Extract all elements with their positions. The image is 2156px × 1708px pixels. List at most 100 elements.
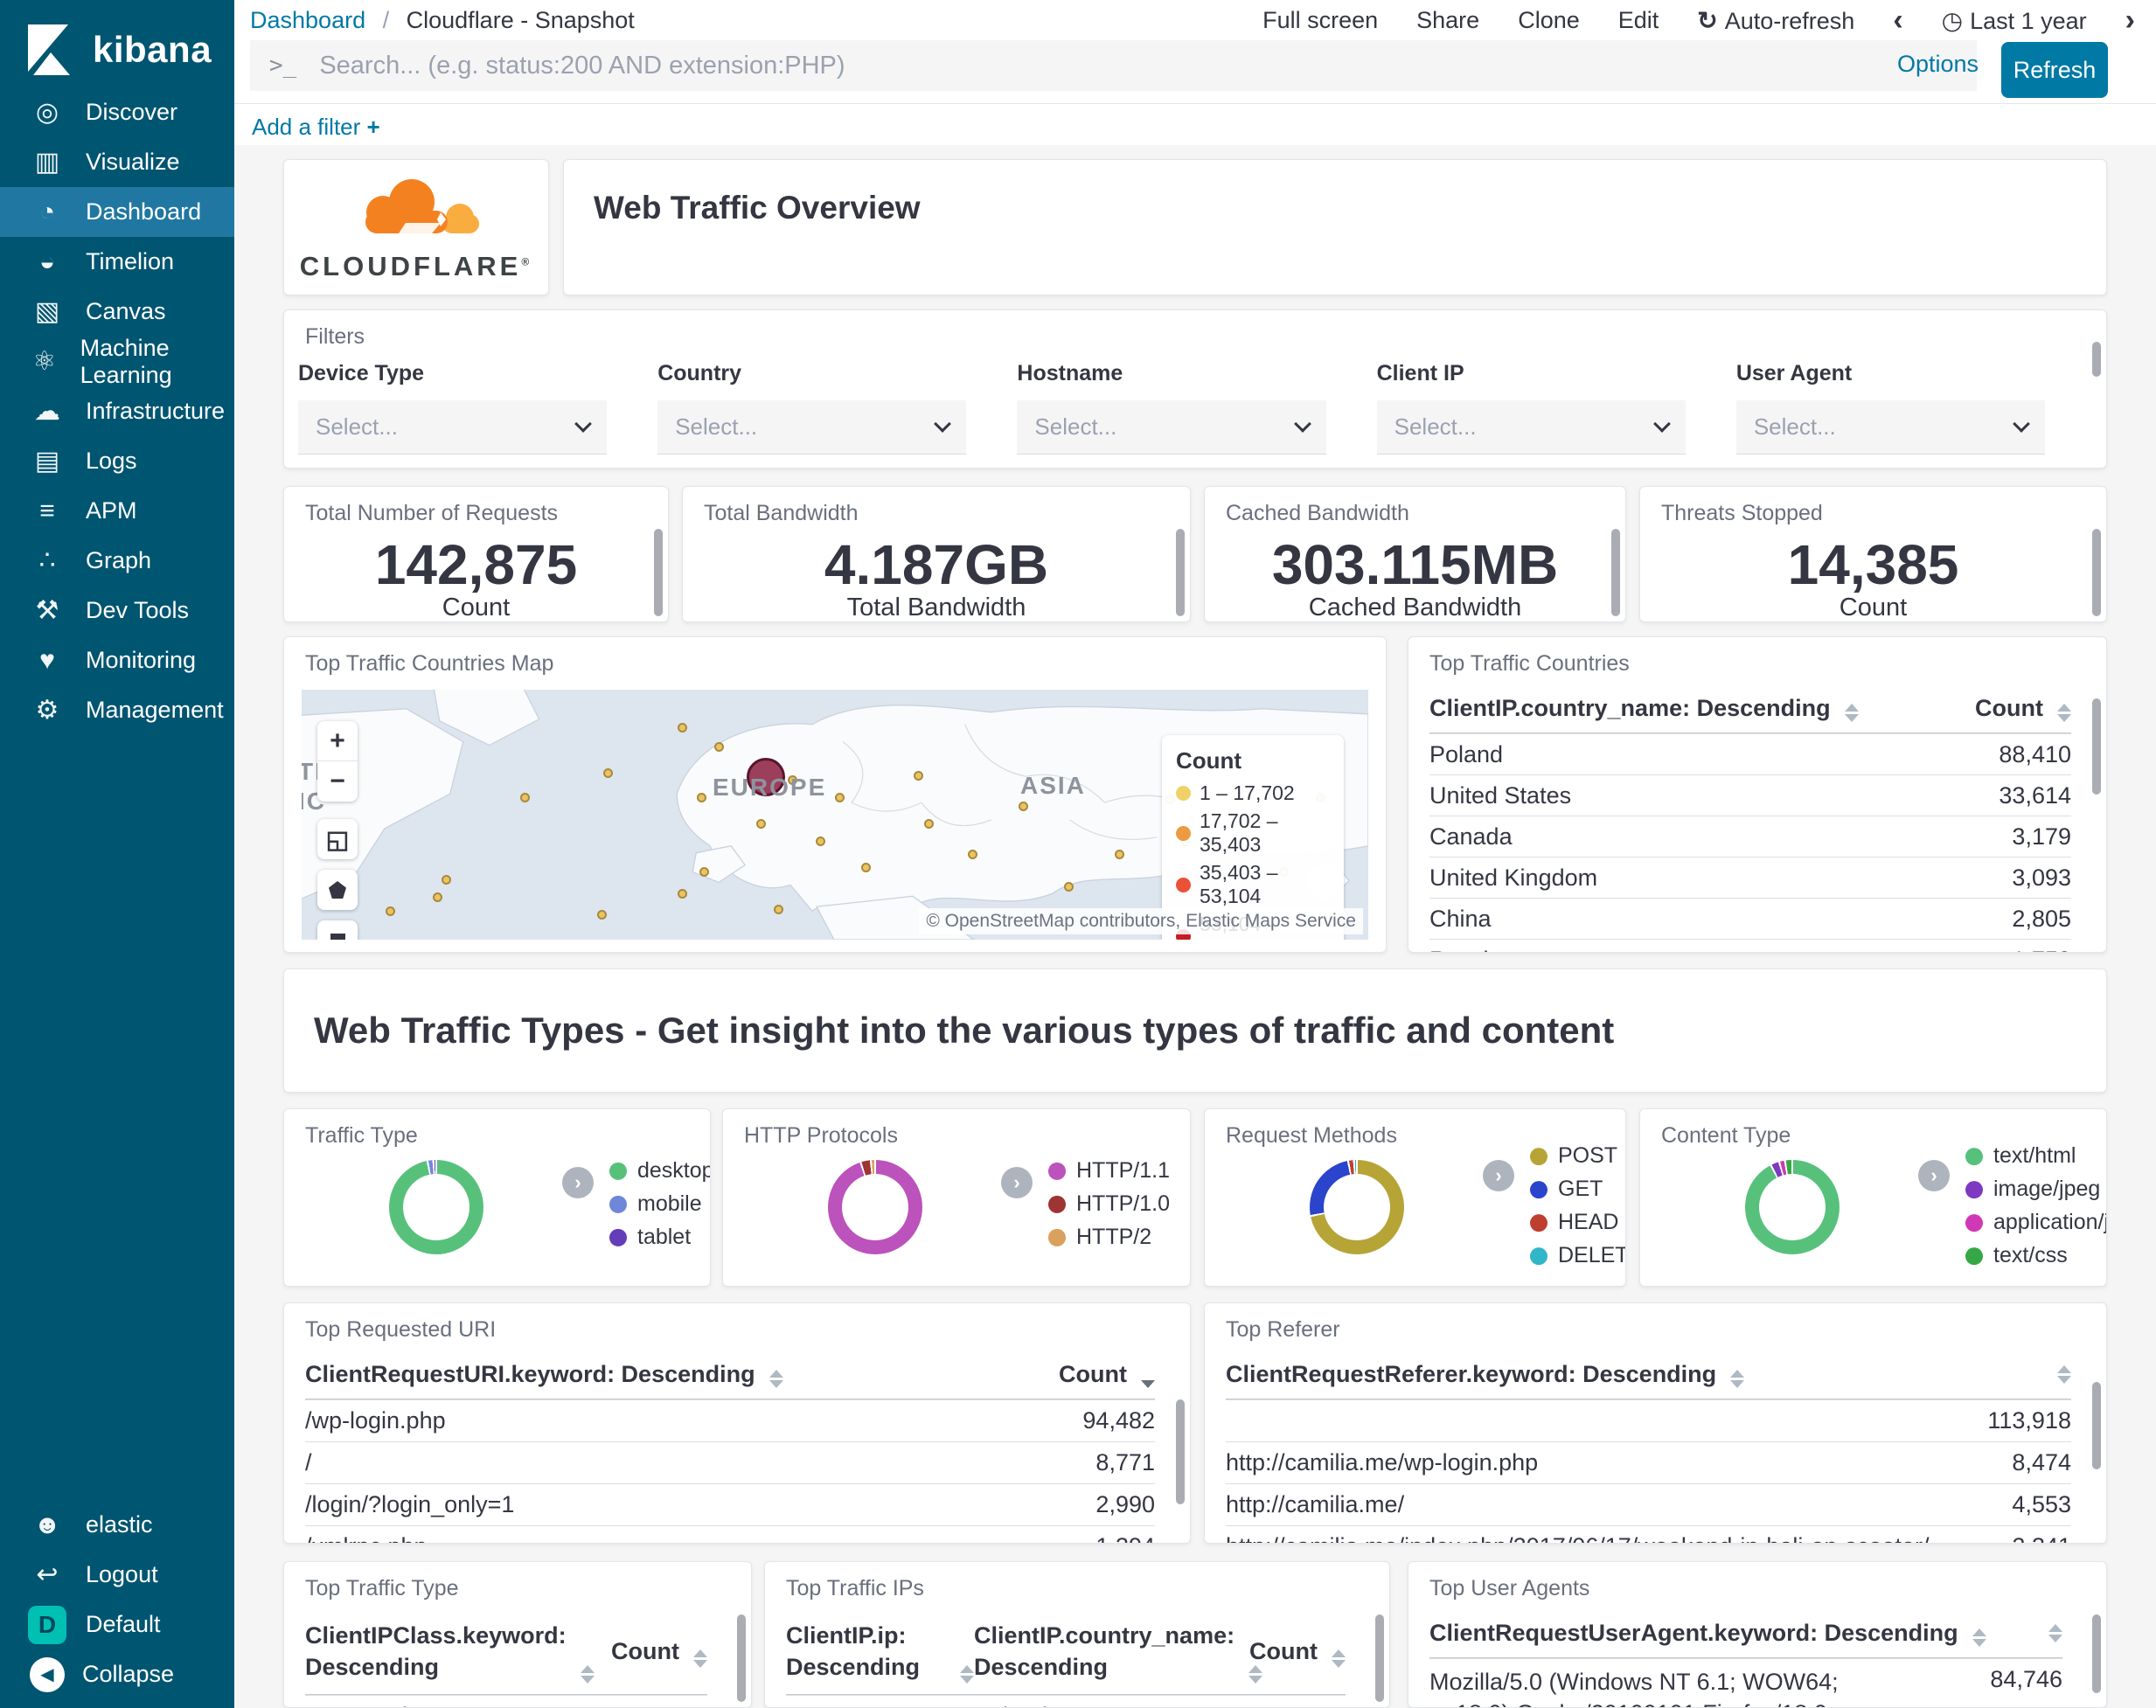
legend-item[interactable]: POST [1530, 1143, 1625, 1169]
zoom-out-button[interactable]: − [317, 761, 358, 802]
crop-tool-button[interactable]: ◱ [317, 819, 358, 859]
sidebar-item-collapse[interactable]: ◀ Collapse [0, 1649, 234, 1699]
ua-col-header[interactable]: ClientRequestUserAgent.keyword: Descendi… [1429, 1611, 1986, 1657]
http-protocols-donut[interactable] [828, 1160, 922, 1254]
panel-scrollbar[interactable] [1176, 529, 1185, 616]
sidebar-item[interactable]: ▤ Logs [0, 436, 234, 486]
sidebar-item[interactable]: ▧ Canvas [0, 287, 234, 337]
legend-item[interactable]: image/jpeg [1965, 1177, 2106, 1202]
panel-scrollbar[interactable] [2092, 1614, 2101, 1693]
legend-item[interactable]: application/javascript [1965, 1210, 2106, 1235]
count-col-header[interactable]: Count [611, 1627, 707, 1677]
class-col-header[interactable]: ClientIPClass.keyword: Descending [305, 1611, 595, 1694]
chevron-down-icon [2013, 414, 2030, 433]
panel-scrollbar[interactable] [1375, 1614, 1384, 1702]
filter-select[interactable]: Select... [657, 400, 967, 455]
legend-item[interactable]: HEAD [1530, 1210, 1625, 1235]
sidebar-item[interactable]: ⚙ Management [0, 685, 234, 735]
sidebar-item[interactable]: ≡ APM [0, 486, 234, 536]
auto-refresh-button[interactable]: ↻ Auto-refresh [1697, 6, 1854, 35]
panel-scrollbar[interactable] [1176, 1399, 1185, 1504]
panel-scrollbar[interactable] [2092, 1382, 2101, 1469]
sidebar-item[interactable]: ▥ Visualize [0, 137, 234, 187]
square-icon [330, 933, 345, 940]
table-row: /xmlrpc.php 1,394 [305, 1525, 1155, 1543]
referer-col-header[interactable]: ClientRequestReferer.keyword: Descending [1226, 1352, 1745, 1399]
sidebar-item-user[interactable]: ☻ elastic [0, 1500, 234, 1550]
time-back-button[interactable]: ‹ [1893, 5, 1902, 35]
options-link[interactable]: Options [1897, 51, 1979, 78]
edit-button[interactable]: Edit [1618, 7, 1659, 34]
sidebar-item[interactable]: ∴ Graph [0, 536, 234, 586]
count-col-header[interactable]: Count [1249, 1627, 1346, 1677]
breadcrumb-dashboard-link[interactable]: Dashboard [250, 7, 365, 33]
uri-col-header[interactable]: ClientRequestURI.keyword: Descending [305, 1352, 783, 1399]
legend-item[interactable]: mobile [609, 1191, 710, 1217]
overview-title-panel: Web Traffic Overview [563, 159, 2107, 295]
legend-item[interactable]: text/html [1965, 1143, 2106, 1169]
ip-col-header[interactable]: ClientIP.ip: Descending [786, 1611, 974, 1694]
countries-col-header[interactable]: ClientIP.country_name: Descending [1429, 686, 1859, 732]
refresh-button[interactable]: Refresh [2001, 42, 2108, 98]
sidebar-item[interactable]: ⚒ Dev Tools [0, 586, 234, 635]
legend-expand-button[interactable]: › [1918, 1160, 1950, 1191]
kibana-logo[interactable]: kibana [0, 0, 234, 100]
traffic-type-donut-panel: Traffic Type › desktop mobile tablet [283, 1108, 711, 1287]
map-canvas[interactable]: EUROPE ASIA TH IC + − ◱ Count 1 – 17,702… [302, 690, 1368, 940]
sidebar-item-logout[interactable]: ↩ Logout [0, 1550, 234, 1600]
legend-expand-button[interactable]: › [562, 1167, 594, 1198]
add-filter-button[interactable]: Add a filter + [252, 114, 380, 141]
filter-select[interactable]: Select... [298, 400, 608, 455]
count-col-header[interactable] [2041, 1615, 2062, 1653]
filter-select[interactable]: Select... [1735, 400, 2046, 455]
time-picker[interactable]: ◷ Last 1 year [1942, 6, 2087, 35]
filters-scrollbar[interactable] [2092, 342, 2101, 377]
legend-expand-button[interactable]: › [1001, 1167, 1033, 1198]
sidebar-item[interactable]: ◎ Discover [0, 87, 234, 137]
row-label: Poland [1429, 740, 1504, 767]
panel-scrollbar[interactable] [1611, 529, 1620, 616]
filter-select[interactable]: Select... [1376, 400, 1686, 455]
panel-scrollbar[interactable] [2092, 698, 2101, 795]
legend-item[interactable]: tablet [609, 1225, 710, 1250]
filter-select[interactable]: Select... [1017, 400, 1326, 455]
traffic-type-donut[interactable] [389, 1160, 483, 1254]
legend-item[interactable]: desktop [609, 1158, 710, 1184]
legend-item[interactable]: DELETE [1530, 1243, 1625, 1268]
time-forward-button[interactable]: › [2125, 5, 2135, 35]
panel-scrollbar[interactable] [737, 1614, 746, 1702]
rectangle-tool-button[interactable] [317, 920, 358, 940]
legend-item[interactable]: HTTP/2 [1048, 1225, 1170, 1250]
legend-item[interactable]: HTTP/1.1 [1048, 1158, 1170, 1184]
sidebar-item[interactable]: ☁ Infrastructure [0, 386, 234, 436]
clone-button[interactable]: Clone [1518, 7, 1580, 34]
share-button[interactable]: Share [1416, 7, 1479, 34]
count-col-header[interactable]: Count [1975, 686, 2071, 732]
sidebar-item[interactable]: ◔ Dashboard [0, 187, 234, 237]
legend-expand-button[interactable]: › [1483, 1160, 1514, 1191]
legend-item[interactable]: text/css [1965, 1243, 2106, 1268]
panel-scrollbar[interactable] [2092, 529, 2101, 616]
request-methods-donut[interactable] [1310, 1160, 1404, 1254]
zoom-in-button[interactable]: + [317, 721, 358, 761]
legend-item[interactable]: GET [1530, 1177, 1625, 1202]
username: elastic [86, 1511, 153, 1538]
full-screen-button[interactable]: Full screen [1262, 7, 1378, 34]
sidebar-item[interactable]: ♥ Monitoring [0, 635, 234, 685]
sidebar-item[interactable]: ◒ Timelion [0, 237, 234, 287]
sidebar-item-icon: ▧ [34, 297, 60, 326]
count-col-header[interactable] [2043, 1357, 2071, 1394]
panel-scrollbar[interactable] [654, 529, 663, 616]
legend-item[interactable]: HTTP/1.0 [1048, 1191, 1170, 1217]
sidebar-item-space-default[interactable]: D Default [0, 1600, 234, 1649]
legend-label: POST [1558, 1143, 1618, 1169]
sidebar-item[interactable]: ⚛ Machine Learning [0, 335, 234, 388]
table-row: United Kingdom 3,093 [1429, 857, 2071, 898]
search-input[interactable] [319, 51, 1958, 80]
count-col-header[interactable]: Count [1059, 1352, 1155, 1399]
legend-color-dot [1176, 825, 1191, 841]
polygon-tool-button[interactable] [317, 870, 358, 910]
row-value: 88,410 [1999, 740, 2071, 767]
content-type-donut[interactable] [1745, 1160, 1840, 1254]
country-col-header[interactable]: ClientIP.country_name: Descending [974, 1611, 1263, 1694]
